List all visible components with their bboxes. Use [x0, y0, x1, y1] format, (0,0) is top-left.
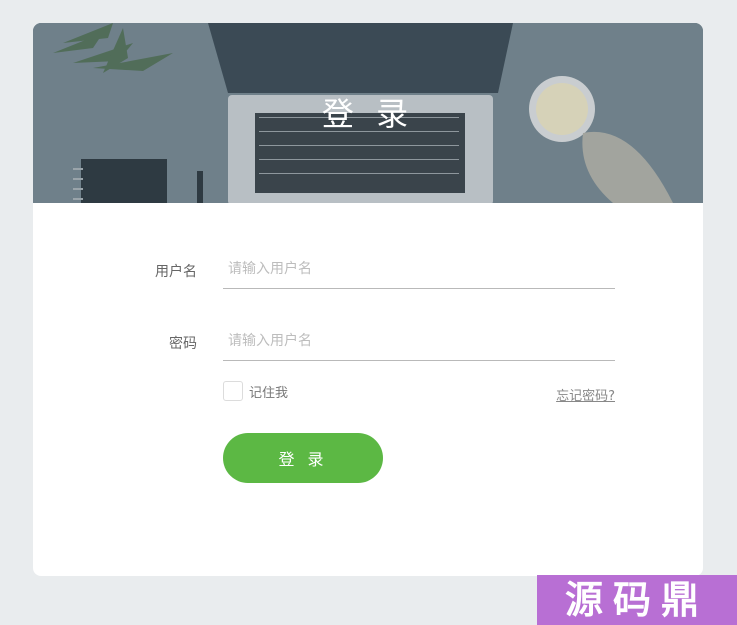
page-title: 登 录 [321, 95, 415, 133]
password-row: 密码 [33, 317, 703, 377]
username-row: 用户名 [33, 245, 703, 305]
username-input[interactable] [223, 249, 615, 289]
remember-me-label: 记住我 [249, 385, 289, 401]
password-label: 密码 [169, 336, 197, 352]
header-banner: 登 录 [33, 23, 703, 203]
watermark-logo: 源码鼎 [537, 575, 737, 625]
login-card: 登 录 用户名 密码 记住我 忘记密码? 登 录 [33, 23, 703, 576]
username-label: 用户名 [155, 264, 197, 280]
password-input[interactable] [223, 321, 615, 361]
remember-me-toggle[interactable]: 记住我 [223, 381, 288, 401]
remember-me-checkbox[interactable] [223, 381, 243, 401]
forgot-password-link[interactable]: 忘记密码? [556, 385, 615, 404]
login-button[interactable]: 登 录 [223, 433, 383, 483]
